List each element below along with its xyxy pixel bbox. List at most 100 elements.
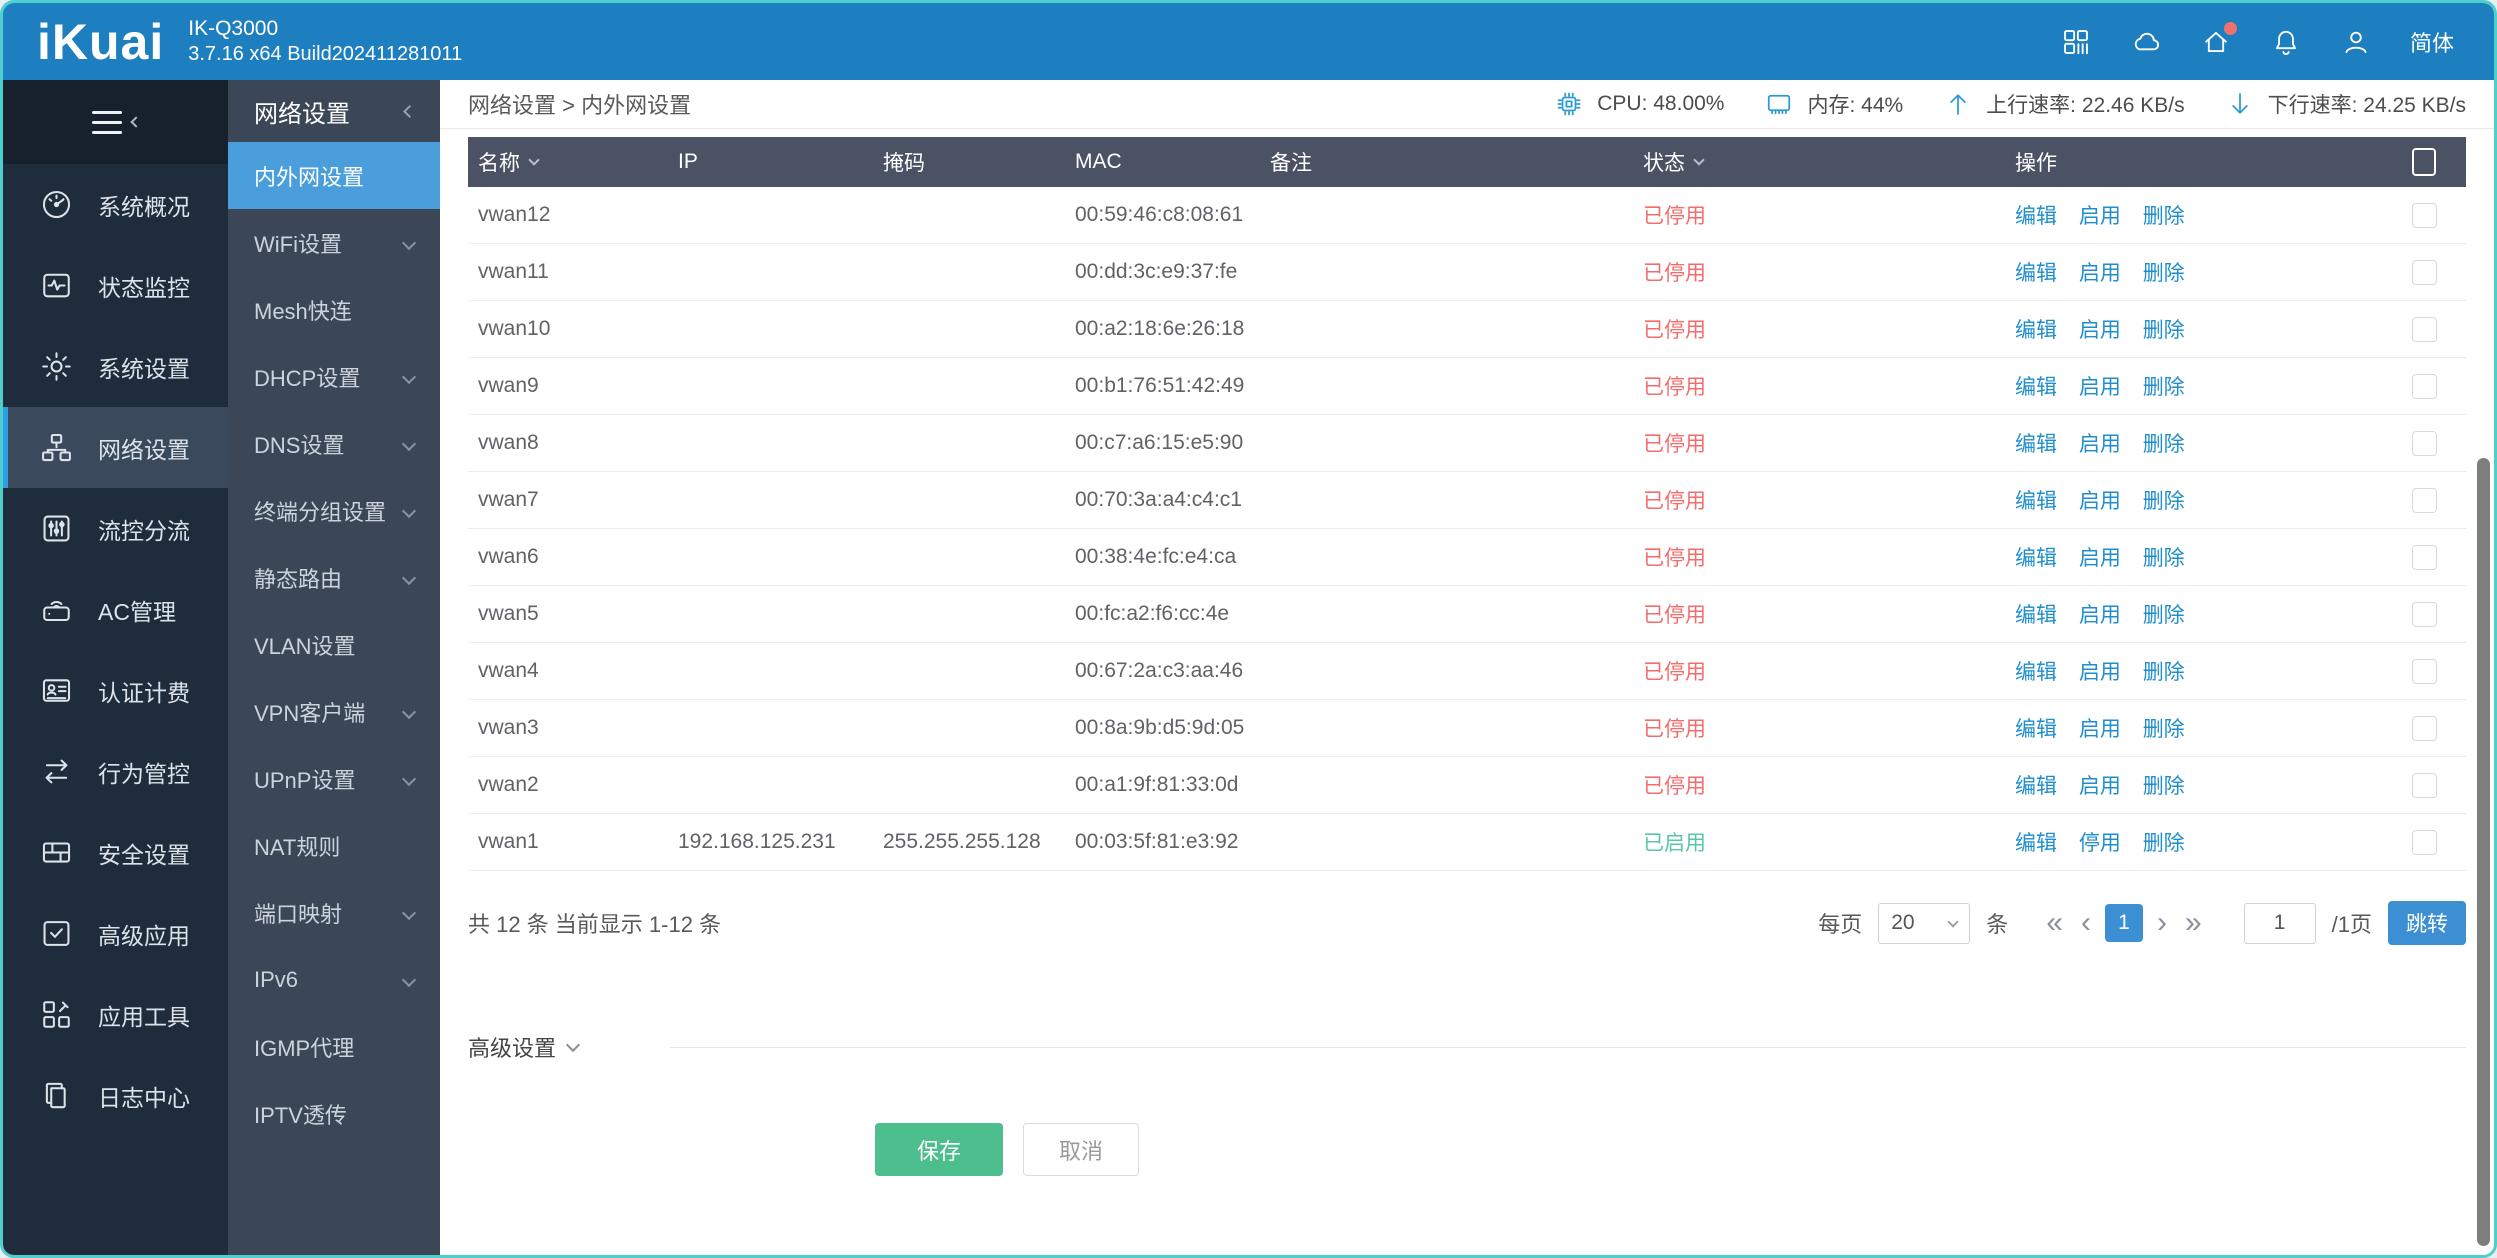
sidebar-collapse-toggle[interactable] — [3, 80, 228, 164]
row-checkbox[interactable] — [2411, 544, 2437, 570]
toggle-link[interactable]: 启用 — [2079, 433, 2121, 456]
submenu-item[interactable]: 内外网设置 — [228, 142, 440, 209]
sidebar-item[interactable]: 行为管控 — [3, 731, 228, 812]
delete-link[interactable]: 删除 — [2143, 832, 2185, 855]
prev-page-button[interactable]: ‹ — [2077, 908, 2095, 938]
row-checkbox[interactable] — [2411, 601, 2437, 627]
sidebar-item[interactable]: 日志中心 — [3, 1055, 228, 1136]
submenu-item[interactable]: IPv6 — [228, 946, 440, 1013]
toggle-link[interactable]: 启用 — [2079, 205, 2121, 228]
edit-link[interactable]: 编辑 — [2015, 490, 2057, 513]
row-checkbox[interactable] — [2411, 715, 2437, 741]
first-page-button[interactable]: « — [2042, 908, 2067, 938]
upgrade-home-icon[interactable] — [2200, 21, 2237, 58]
sidebar-item[interactable]: 状态监控 — [3, 245, 228, 326]
save-button[interactable]: 保存 — [875, 1123, 1003, 1176]
toggle-link[interactable]: 停用 — [2079, 832, 2121, 855]
delete-link[interactable]: 删除 — [2143, 547, 2185, 570]
sidebar-item[interactable]: 系统概况 — [3, 164, 228, 245]
delete-link[interactable]: 删除 — [2143, 661, 2185, 684]
toggle-link[interactable]: 启用 — [2079, 661, 2121, 684]
row-checkbox[interactable] — [2411, 259, 2437, 285]
delete-link[interactable]: 删除 — [2143, 490, 2185, 513]
next-page-button[interactable]: › — [2153, 908, 2171, 938]
toggle-link[interactable]: 启用 — [2079, 718, 2121, 741]
toggle-link[interactable]: 启用 — [2079, 319, 2121, 342]
toggle-link[interactable]: 启用 — [2079, 604, 2121, 627]
scrollbar-thumb[interactable] — [2477, 458, 2490, 1246]
apps-icon[interactable] — [2060, 26, 2092, 58]
row-checkbox[interactable] — [2411, 202, 2437, 228]
delete-link[interactable]: 删除 — [2143, 433, 2185, 456]
delete-link[interactable]: 删除 — [2143, 376, 2185, 399]
delete-link[interactable]: 删除 — [2143, 775, 2185, 798]
sidebar-item[interactable]: 高级应用 — [3, 893, 228, 974]
submenu-item[interactable]: WiFi设置 — [228, 209, 440, 276]
submenu-item[interactable]: DHCP设置 — [228, 343, 440, 410]
submenu-item[interactable]: DNS设置 — [228, 410, 440, 477]
delete-link[interactable]: 删除 — [2143, 205, 2185, 228]
sidebar-item[interactable]: 安全设置 — [3, 812, 228, 893]
row-checkbox[interactable] — [2411, 829, 2437, 855]
sidebar-item[interactable]: 系统设置 — [3, 326, 228, 407]
edit-link[interactable]: 编辑 — [2015, 604, 2057, 627]
language-switch[interactable]: 简体 — [2410, 26, 2454, 58]
submenu-item[interactable]: VPN客户端 — [228, 678, 440, 745]
edit-link[interactable]: 编辑 — [2015, 832, 2057, 855]
current-page-button[interactable]: 1 — [2104, 904, 2143, 942]
edit-link[interactable]: 编辑 — [2015, 262, 2057, 285]
edit-link[interactable]: 编辑 — [2015, 319, 2057, 342]
user-icon[interactable] — [2340, 26, 2372, 58]
sidebar-item[interactable]: 网络设置 — [3, 407, 228, 488]
sidebar-item[interactable]: 应用工具 — [3, 974, 228, 1055]
edit-link[interactable]: 编辑 — [2015, 661, 2057, 684]
column-header-status[interactable]: 状态 — [1633, 147, 1983, 177]
toggle-link[interactable]: 启用 — [2079, 376, 2121, 399]
sidebar-item[interactable]: 流控分流 — [3, 488, 228, 569]
toggle-link[interactable]: 启用 — [2079, 775, 2121, 798]
edit-link[interactable]: 编辑 — [2015, 775, 2057, 798]
toggle-link[interactable]: 启用 — [2079, 547, 2121, 570]
advanced-settings-toggle[interactable]: 高级设置 — [468, 1031, 556, 1063]
bell-icon[interactable] — [2270, 26, 2302, 58]
cloud-icon[interactable] — [2130, 26, 2162, 58]
sidebar-item[interactable]: 认证计费 — [3, 650, 228, 731]
row-checkbox[interactable] — [2411, 772, 2437, 798]
sidebar-item[interactable]: AC管理 — [3, 569, 228, 650]
submenu-item[interactable]: 静态路由 — [228, 544, 440, 611]
delete-link[interactable]: 删除 — [2143, 319, 2185, 342]
edit-link[interactable]: 编辑 — [2015, 376, 2057, 399]
row-checkbox[interactable] — [2411, 658, 2437, 684]
row-checkbox[interactable] — [2411, 316, 2437, 342]
edit-link[interactable]: 编辑 — [2015, 205, 2057, 228]
submenu-item[interactable]: VLAN设置 — [228, 611, 440, 678]
submenu-item[interactable]: Mesh快连 — [228, 276, 440, 343]
toggle-link[interactable]: 启用 — [2079, 262, 2121, 285]
select-all-checkbox[interactable] — [2412, 148, 2436, 176]
submenu-header[interactable]: 网络设置 — [228, 80, 440, 142]
edit-link[interactable]: 编辑 — [2015, 718, 2057, 741]
per-page-select[interactable]: 20 — [1878, 902, 1971, 944]
submenu-item[interactable]: 终端分组设置 — [228, 477, 440, 544]
delete-link[interactable]: 删除 — [2143, 262, 2185, 285]
chevron-down-icon — [401, 235, 417, 250]
cancel-button[interactable]: 取消 — [1023, 1123, 1139, 1176]
page-input[interactable] — [2243, 902, 2316, 944]
row-checkbox[interactable] — [2411, 487, 2437, 513]
row-checkbox[interactable] — [2411, 373, 2437, 399]
submenu-item[interactable]: 端口映射 — [228, 879, 440, 946]
edit-link[interactable]: 编辑 — [2015, 433, 2057, 456]
jump-button[interactable]: 跳转 — [2388, 901, 2466, 945]
row-checkbox[interactable] — [2411, 430, 2437, 456]
submenu-item[interactable]: NAT规则 — [228, 812, 440, 879]
submenu-item[interactable]: IPTV透传 — [228, 1080, 440, 1147]
submenu-item[interactable]: UPnP设置 — [228, 745, 440, 812]
last-page-button[interactable]: » — [2181, 908, 2206, 938]
toggle-link[interactable]: 启用 — [2079, 490, 2121, 513]
delete-link[interactable]: 删除 — [2143, 604, 2185, 627]
submenu-item[interactable]: IGMP代理 — [228, 1013, 440, 1080]
column-header-name[interactable]: 名称 — [468, 147, 668, 177]
arrows-swap-icon — [45, 759, 68, 784]
edit-link[interactable]: 编辑 — [2015, 547, 2057, 570]
delete-link[interactable]: 删除 — [2143, 718, 2185, 741]
